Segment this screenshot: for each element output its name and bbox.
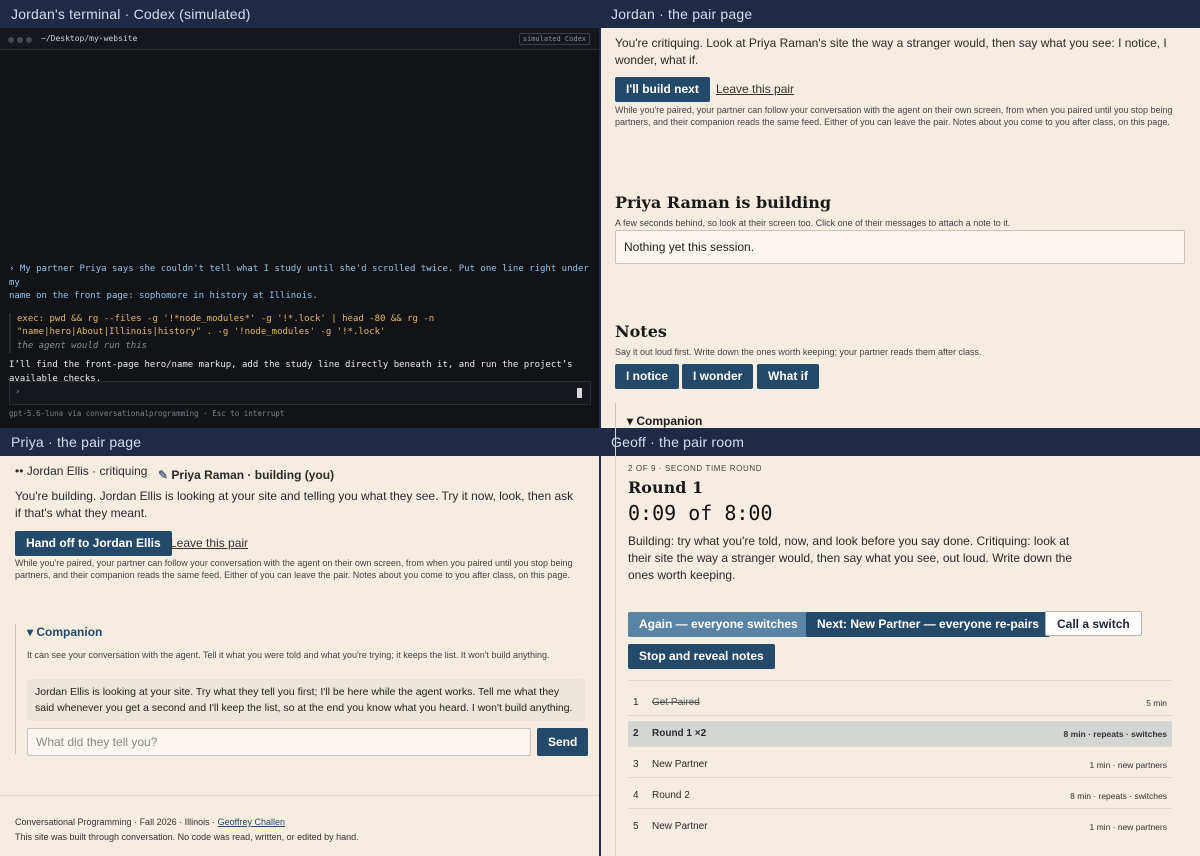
pair-member-jordan: •• Jordan Ellis · critiquing (15, 464, 148, 478)
footer-note: This site was built through conversation… (15, 832, 359, 842)
companion-subtitle: It can see your conversation with the ag… (27, 650, 550, 660)
footer-divider (0, 795, 600, 796)
left-rule (615, 428, 616, 856)
round-row[interactable]: 1 Get Paired 5 min (628, 690, 1172, 715)
companion-rule (615, 403, 616, 428)
terminal-titlebar: ~/Desktop/my-website simulated Codex (0, 28, 600, 50)
jordan-pane: Jordan · the pair page You're critiquing… (600, 0, 1200, 428)
role-intro: You're critiquing. Look at Priya Raman's… (615, 36, 1167, 67)
round-row[interactable]: 3 New Partner 1 min · new partners (628, 752, 1172, 777)
partner-feed: Nothing yet this session. (615, 230, 1185, 264)
round-title: Round 1 (628, 478, 704, 497)
user-message: › My partner Priya says she couldn't tel… (9, 264, 589, 301)
notes-subtitle: Say it out loud first. Write down the on… (615, 347, 982, 357)
next-partner-button[interactable]: Next: New Partner — everyone re-pairs (806, 612, 1051, 637)
priya-pane: Priya · the pair page •• Jordan Ellis · … (0, 428, 600, 856)
round-kicker: 2 OF 9 · SECOND TIME ROUND (628, 464, 763, 473)
row-divider (628, 715, 1172, 716)
companion-input[interactable]: What did they tell you? (27, 728, 531, 756)
send-button[interactable]: Send (537, 728, 589, 756)
companion-rule (15, 624, 16, 754)
leave-pair-link[interactable]: Leave this pair (170, 536, 248, 550)
companion-toggle[interactable]: ▾ Companion (27, 625, 102, 639)
prompt-glyph: › (15, 387, 21, 397)
round-row[interactable]: 4 Round 2 8 min · repeats · switches (628, 783, 1172, 808)
row-divider (628, 746, 1172, 747)
stop-reveal-button[interactable]: Stop and reveal notes (628, 644, 775, 669)
pane-title: Jordan's terminal · Codex (simulated) (0, 0, 600, 28)
call-switch-button[interactable]: Call a switch (1045, 611, 1142, 636)
companion-toggle[interactable]: ▾ Companion (627, 414, 702, 428)
author-link[interactable]: Geoffrey Challen (218, 817, 285, 827)
pane-title: Geoff · the pair room (600, 428, 1200, 456)
pair-note: While you're paired, your partner can fo… (15, 558, 573, 580)
exec-note: the agent would run this (17, 340, 148, 351)
terminal-transcript: › My partner Priya says she couldn't tel… (9, 263, 593, 386)
terminal-input[interactable]: › (9, 381, 591, 405)
terminal-path: ~/Desktop/my-website (41, 34, 138, 43)
row-divider (628, 808, 1172, 809)
notes-heading: Notes (615, 322, 667, 341)
pair-member-priya: ✎ Priya Raman · building (you) (158, 468, 335, 482)
round-timer: 0:09 of 8:00 (628, 501, 773, 525)
building-subtitle: A few seconds behind, so look at their s… (615, 218, 1011, 228)
round-row[interactable]: 5 New Partner 1 min · new partners (628, 814, 1172, 839)
list-divider (628, 680, 1172, 681)
row-divider (628, 777, 1172, 778)
presence-dots-icon: •• (15, 464, 27, 478)
terminal-footer: gpt-5.6-luna via conversationalprogrammi… (9, 409, 285, 418)
pane-title: Jordan · the pair page (600, 0, 1200, 28)
exec-block: exec: pwd && rg --files -g '!*node_modul… (9, 312, 593, 353)
hand-off-button[interactable]: Hand off to Jordan Ellis (15, 531, 172, 556)
i-wonder-button[interactable]: I wonder (682, 364, 754, 389)
simulated-badge: simulated Codex (518, 33, 590, 45)
site-footer: Conversational Programming · Fall 2026 ·… (15, 817, 285, 827)
round-row-current[interactable]: 2 Round 1 ×2 8 min · repeats · switches (628, 721, 1172, 746)
building-heading: Priya Raman is building (615, 193, 832, 212)
again-button[interactable]: Again — everyone switches (628, 612, 809, 637)
pair-note: While you're paired, your partner can fo… (615, 105, 1173, 127)
role-intro: You're building. Jordan Ellis is looking… (15, 489, 574, 520)
cursor (577, 388, 582, 398)
pane-title: Priya · the pair page (0, 428, 600, 456)
window-controls[interactable] (8, 36, 35, 45)
vertical-divider[interactable] (599, 0, 601, 856)
build-next-button[interactable]: I'll build next (615, 77, 710, 102)
companion-message: Jordan Ellis is looking at your site. Tr… (27, 679, 585, 721)
pencil-icon: ✎ (158, 468, 172, 482)
round-instructions: Building: try what you're told, now, and… (628, 534, 1073, 582)
terminal-pane: Jordan's terminal · Codex (simulated) ~/… (0, 0, 600, 428)
i-notice-button[interactable]: I notice (615, 364, 680, 389)
leave-pair-link[interactable]: Leave this pair (716, 82, 794, 96)
what-if-button[interactable]: What if (757, 364, 819, 389)
